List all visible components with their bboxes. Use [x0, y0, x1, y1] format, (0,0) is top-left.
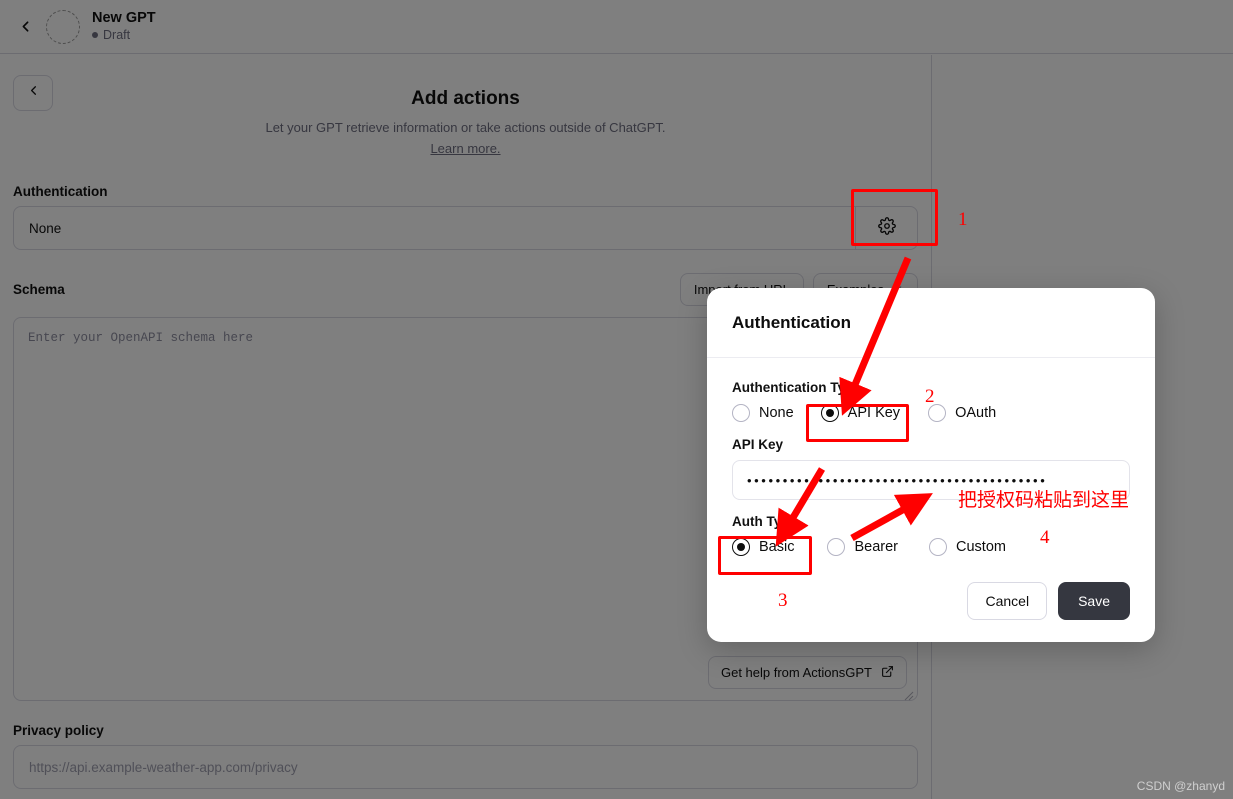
radio-auth-type-none[interactable]: None: [732, 404, 794, 422]
radio-label: Basic: [759, 539, 795, 555]
modal-footer: Cancel Save: [707, 582, 1155, 642]
radio-label: None: [759, 405, 794, 421]
radio-auth-subtype-bearer[interactable]: Bearer: [827, 538, 898, 556]
radio-label: Custom: [956, 539, 1006, 555]
auth-type-group: Authentication Type None API Key OAuth: [732, 380, 1130, 422]
auth-type-radios: None API Key OAuth: [732, 404, 1130, 422]
radio-label: OAuth: [955, 405, 997, 421]
watermark: CSDN @zhanyd: [1136, 779, 1225, 793]
auth-subtype-radios: Basic Bearer Custom: [732, 538, 1130, 556]
radio-icon: [732, 538, 750, 556]
cancel-button[interactable]: Cancel: [967, 582, 1048, 620]
api-key-group: API Key ••••••••••••••••••••••••••••••••…: [732, 437, 1130, 500]
radio-auth-subtype-custom[interactable]: Custom: [929, 538, 1006, 556]
auth-subtype-group: Auth Type Basic Bearer Custom: [732, 514, 1130, 556]
radio-icon: [827, 538, 846, 556]
radio-icon: [929, 538, 947, 556]
modal-header: Authentication: [707, 288, 1155, 358]
auth-subtype-label: Auth Type: [732, 514, 797, 529]
auth-type-label: Authentication Type: [732, 380, 861, 395]
radio-icon: [820, 404, 839, 422]
api-key-label: API Key: [732, 437, 784, 452]
modal-body: Authentication Type None API Key OAuth A…: [707, 358, 1155, 582]
radio-icon: [928, 404, 947, 422]
radio-label: API Key: [847, 405, 901, 421]
modal-title: Authentication: [732, 312, 851, 332]
radio-icon: [732, 404, 750, 422]
save-button[interactable]: Save: [1058, 582, 1130, 620]
api-key-input[interactable]: ••••••••••••••••••••••••••••••••••••••••…: [732, 460, 1130, 500]
radio-auth-subtype-basic[interactable]: Basic: [732, 538, 794, 556]
authentication-modal: Authentication Authentication Type None …: [707, 288, 1155, 642]
radio-label: Bearer: [854, 539, 898, 555]
radio-auth-type-oauth[interactable]: OAuth: [928, 404, 996, 422]
radio-auth-type-api-key[interactable]: API Key: [820, 404, 901, 422]
